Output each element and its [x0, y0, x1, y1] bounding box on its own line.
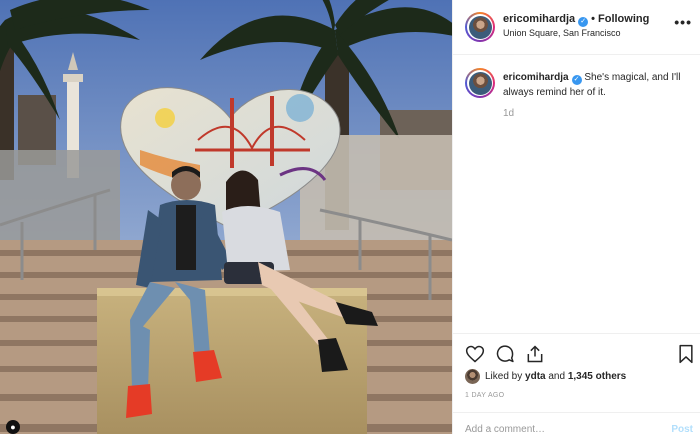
liker-avatar[interactable] [465, 369, 480, 384]
post-date[interactable]: 1 DAY AGO [465, 392, 504, 399]
share-icon[interactable] [525, 344, 545, 364]
post-author-line: ericomihardja ✓ • Following [503, 13, 649, 27]
caption-timestamp[interactable]: 1d [503, 108, 514, 119]
following-button[interactable]: Following [598, 13, 649, 25]
post-details-panel: ericomihardja ✓ • Following Union Square, S… [452, 0, 700, 435]
location-link[interactable]: Union Square, San Francisco [503, 28, 621, 38]
caption-text: ericomihardja ✓ She's magical, and I'll a… [503, 70, 693, 100]
username-link[interactable]: ericomihardja [503, 13, 575, 25]
verified-badge-icon: ✓ [578, 17, 589, 27]
comment-bubble-icon[interactable] [495, 344, 515, 364]
liked-by-others[interactable]: 1,345 others [568, 371, 626, 382]
caption-avatar[interactable] [465, 68, 495, 98]
liked-by-joiner: and [548, 371, 566, 382]
caption-username[interactable]: ericomihardja [503, 72, 569, 83]
likes-summary: Liked by ydta and 1,345 others [465, 369, 626, 384]
add-comment-bar: Add a comment… Post [453, 412, 700, 435]
post-header: ericomihardja ✓ • Following Union Square, S… [453, 0, 700, 55]
post-photo[interactable] [0, 0, 452, 434]
post-comment-button[interactable]: Post [671, 424, 693, 435]
avatar[interactable] [465, 12, 495, 42]
liked-by-user[interactable]: ydta [525, 371, 546, 382]
tagged-people-icon[interactable]: ● [6, 420, 20, 434]
more-options-icon[interactable]: ••• [674, 14, 692, 30]
heart-icon[interactable] [465, 344, 485, 364]
separator-dot: • [591, 13, 595, 25]
liked-by-prefix: Liked by [485, 371, 523, 382]
add-comment-input[interactable]: Add a comment… [465, 424, 545, 435]
action-bar [453, 333, 700, 370]
verified-badge-icon: ✓ [571, 75, 582, 85]
bookmark-icon[interactable] [677, 344, 695, 364]
